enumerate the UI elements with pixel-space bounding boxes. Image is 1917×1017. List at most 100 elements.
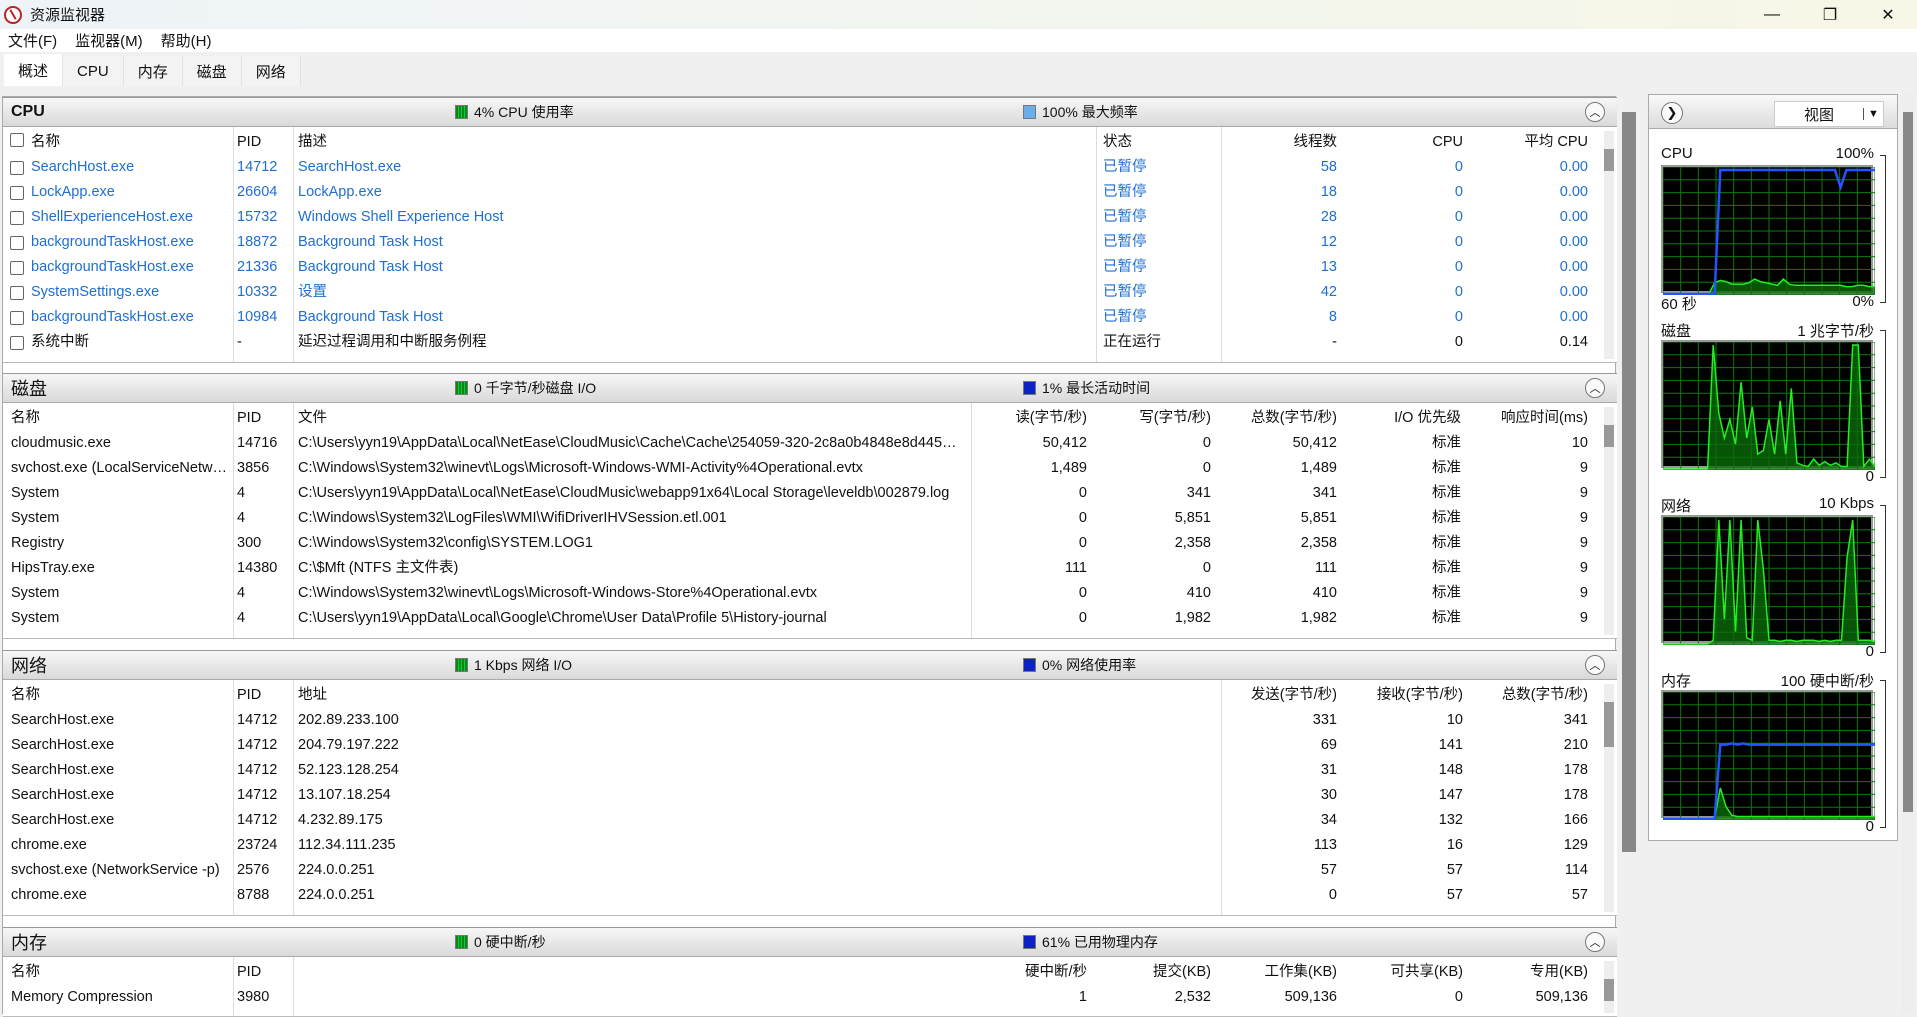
side-scrollbar[interactable] bbox=[1902, 94, 1914, 1014]
column-header[interactable]: 文件 bbox=[298, 403, 958, 433]
table-row[interactable]: SearchHost.exe 14712 204.79.197.222 69 141 21… bbox=[3, 733, 1617, 758]
cell: 13.107.18.254 bbox=[298, 787, 391, 803]
column-header[interactable]: CPU bbox=[1343, 127, 1463, 157]
table-row[interactable]: System 4 C:\Windows\System32\LogFiles\WMI\… bbox=[3, 506, 1617, 531]
cpu-scrollbar[interactable] bbox=[1604, 131, 1614, 359]
table-row[interactable]: ShellExperienceHost.exe 15732 Windows Shel… bbox=[3, 205, 1617, 230]
table-row[interactable]: cloudmusic.exe 14716 C:\Users\yyn19\AppDat… bbox=[3, 431, 1617, 456]
row-checkbox[interactable] bbox=[10, 286, 24, 300]
table-row[interactable]: SearchHost.exe 14712 4.232.89.175 34 132 166 bbox=[3, 808, 1617, 833]
table-row[interactable]: SearchHost.exe 14712 SearchHost.exe 已暂停 58 0 0… bbox=[3, 155, 1617, 180]
table-row[interactable]: svchost.exe (NetworkService -p) 2576 224.0… bbox=[3, 858, 1617, 883]
table-row[interactable]: chrome.exe 23724 112.34.111.235 113 16 129 bbox=[3, 833, 1617, 858]
cpu-section-header[interactable]: CPU 4% CPU 使用率 100% 最大频率 ︿ bbox=[3, 97, 1617, 127]
cell: Background Task Host bbox=[298, 234, 443, 250]
table-row[interactable]: Registry 300 C:\Windows\System32\config\SY… bbox=[3, 531, 1617, 556]
network-section-header[interactable]: 网络 1 Kbps 网络 I/O 0% 网络使用率 ︿ bbox=[3, 650, 1617, 680]
column-header[interactable]: 名称 bbox=[11, 680, 231, 710]
tab-memory[interactable]: 内存 bbox=[123, 56, 183, 86]
row-checkbox[interactable] bbox=[10, 261, 24, 275]
cell: 114 bbox=[1564, 862, 1588, 878]
table-row[interactable]: SystemSettings.exe 10332 设置 已暂停 42 0 0.00 bbox=[3, 280, 1617, 305]
chevron-right-icon[interactable]: ❯ bbox=[1661, 102, 1683, 124]
view-label: 视图 bbox=[1803, 106, 1834, 124]
column-header[interactable]: 读(字节/秒) bbox=[963, 403, 1087, 433]
row-checkbox[interactable] bbox=[10, 186, 24, 200]
table-row[interactable]: chrome.exe 8788 224.0.0.251 0 57 57 bbox=[3, 883, 1617, 908]
collapse-icon[interactable]: ︿ bbox=[1585, 655, 1605, 675]
table-row[interactable]: System 4 C:\Users\yyn19\AppData\Local\NetE… bbox=[3, 481, 1617, 506]
menu-monitor[interactable]: 监视器(M) bbox=[75, 30, 143, 51]
column-header[interactable]: 写(字节/秒) bbox=[1093, 403, 1211, 433]
column-header[interactable]: PID bbox=[237, 127, 292, 157]
table-row[interactable]: backgroundTaskHost.exe 10984 Background Ta… bbox=[3, 305, 1617, 330]
row-checkbox[interactable] bbox=[10, 161, 24, 175]
network-scrollbar[interactable] bbox=[1604, 684, 1614, 912]
column-header[interactable]: 专用(KB) bbox=[1468, 957, 1588, 987]
table-row[interactable]: SearchHost.exe 14712 52.123.128.254 31 148 17… bbox=[3, 758, 1617, 783]
close-button[interactable]: ✕ bbox=[1859, 0, 1917, 29]
column-header[interactable]: PID bbox=[237, 403, 292, 433]
column-header[interactable]: 地址 bbox=[298, 680, 998, 710]
collapse-icon[interactable]: ︿ bbox=[1585, 102, 1605, 122]
cell: 166 bbox=[1563, 812, 1588, 828]
column-header[interactable]: 平均 CPU bbox=[1468, 127, 1588, 157]
column-header[interactable]: 总数(字节/秒) bbox=[1217, 403, 1337, 433]
menu-help[interactable]: 帮助(H) bbox=[161, 30, 212, 51]
column-header[interactable]: I/O 优先级 bbox=[1343, 403, 1461, 433]
column-header[interactable]: PID bbox=[237, 680, 292, 710]
column-header[interactable]: 总数(字节/秒) bbox=[1468, 680, 1588, 710]
table-row[interactable]: backgroundTaskHost.exe 18872 Background Ta… bbox=[3, 230, 1617, 255]
row-checkbox[interactable] bbox=[10, 236, 24, 250]
graph-canvas bbox=[1661, 690, 1876, 821]
menu-file[interactable]: 文件(F) bbox=[8, 30, 57, 51]
table-row[interactable]: backgroundTaskHost.exe 21336 Background Ta… bbox=[3, 255, 1617, 280]
column-header[interactable]: 接收(字节/秒) bbox=[1343, 680, 1463, 710]
cell: 26604 bbox=[237, 184, 278, 200]
table-row[interactable]: System 4 C:\Users\yyn19\AppData\Local\Goog… bbox=[3, 606, 1617, 631]
column-header[interactable]: 名称 bbox=[11, 403, 231, 433]
tab-network[interactable]: 网络 bbox=[241, 56, 301, 86]
table-row[interactable]: LockApp.exe 26604 LockApp.exe 已暂停 18 0 0.00 bbox=[3, 180, 1617, 205]
table-row[interactable]: svchost.exe (LocalServiceNetwo... 3856 C:\… bbox=[3, 456, 1617, 481]
column-header[interactable]: 工作集(KB) bbox=[1217, 957, 1338, 987]
cell: Windows Shell Experience Host bbox=[298, 209, 504, 225]
column-header[interactable]: PID bbox=[237, 957, 292, 987]
column-header[interactable]: 硬中断/秒 bbox=[963, 957, 1087, 987]
column-header[interactable]: 线程数 bbox=[1223, 127, 1338, 157]
column-header[interactable]: 可共享(KB) bbox=[1343, 957, 1464, 987]
tab-overview[interactable]: 概述 bbox=[4, 54, 64, 86]
graph-max-label: 1 兆字节/秒 bbox=[1797, 323, 1874, 340]
table-row[interactable]: SearchHost.exe 14712 13.107.18.254 30 147 178 bbox=[3, 783, 1617, 808]
minimize-button[interactable]: — bbox=[1743, 0, 1801, 29]
view-dropdown[interactable]: 视图 ▼ bbox=[1774, 101, 1884, 127]
row-checkbox[interactable] bbox=[10, 311, 24, 325]
column-header[interactable]: 描述 bbox=[298, 127, 1088, 157]
table-row[interactable]: System 4 C:\Windows\System32\winevt\Logs\M… bbox=[3, 581, 1617, 606]
memory-section-header[interactable]: 内存 0 硬中断/秒 61% 已用物理内存 ︿ bbox=[3, 927, 1617, 957]
column-header[interactable]: 提交(KB) bbox=[1093, 957, 1211, 987]
maximize-button[interactable]: ❐ bbox=[1801, 0, 1859, 29]
table-row[interactable]: 系统中断 - 延迟过程调用和中断服务例程 正在运行 - 0 0.14 bbox=[3, 330, 1617, 355]
tab-disk[interactable]: 磁盘 bbox=[182, 56, 242, 86]
table-row[interactable]: Memory Compression 3980 1 2,532 509,136 0 509,… bbox=[3, 985, 1617, 1010]
collapse-icon[interactable]: ︿ bbox=[1585, 378, 1605, 398]
column-header[interactable]: 响应时间(ms) bbox=[1468, 403, 1588, 433]
column-header[interactable]: 名称 bbox=[11, 957, 231, 987]
disk-section-header[interactable]: 磁盘 0 千字节/秒磁盘 I/O 1% 最长活动时间 ︿ bbox=[3, 373, 1617, 403]
column-header[interactable]: 名称 bbox=[31, 127, 231, 157]
cell: 标准 bbox=[1432, 510, 1461, 526]
row-checkbox[interactable] bbox=[10, 336, 24, 350]
column-header[interactable]: 发送(字节/秒) bbox=[1217, 680, 1337, 710]
memory-scrollbar[interactable] bbox=[1604, 961, 1614, 1013]
tab-cpu[interactable]: CPU bbox=[63, 56, 124, 86]
collapse-icon[interactable]: ︿ bbox=[1585, 932, 1605, 952]
table-row[interactable]: HipsTray.exe 14380 C:\$Mft (NTFS 主文件表) 111 0… bbox=[3, 556, 1617, 581]
row-checkbox[interactable] bbox=[10, 211, 24, 225]
cpu-activity-text: 100% 最大频率 bbox=[1042, 104, 1138, 120]
column-header[interactable]: 状态 bbox=[1103, 127, 1223, 157]
table-row[interactable]: SearchHost.exe 14712 202.89.233.100 331 10 34… bbox=[3, 708, 1617, 733]
main-scrollbar[interactable] bbox=[1622, 112, 1636, 852]
select-all-checkbox[interactable] bbox=[10, 133, 24, 147]
disk-scrollbar[interactable] bbox=[1604, 407, 1614, 635]
